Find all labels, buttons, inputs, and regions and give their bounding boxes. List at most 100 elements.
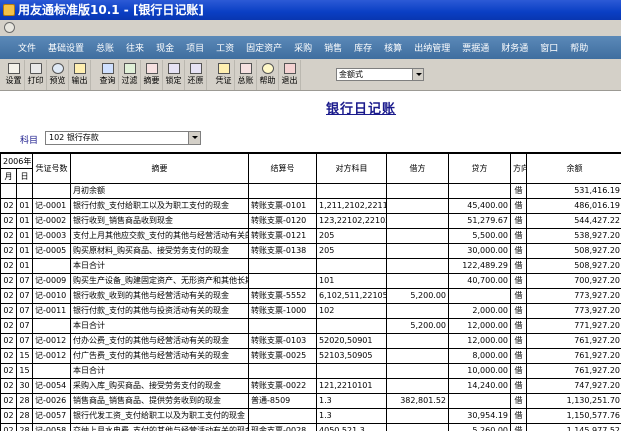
direction-cell: 借: [510, 408, 528, 424]
toolbar-button[interactable]: 预览: [47, 60, 69, 90]
table-row[interactable]: 02 28 记-0026 销售商品_销售商品、提供劳务收到的现金 普通-8509 1.3 3…: [0, 393, 621, 409]
settlement-header: 结算号: [248, 153, 318, 184]
voucher-cell: 记-0009: [32, 273, 72, 289]
voucher-cell: 记-0058: [32, 423, 72, 431]
menu-item[interactable]: 项目: [186, 41, 204, 54]
contra-cell: 102: [316, 303, 388, 319]
contra-cell: 6,102,511,22105: [316, 288, 388, 304]
toolbar-button[interactable]: 总账: [235, 60, 257, 90]
day-cell: 28: [15, 423, 34, 431]
toolbar-button[interactable]: 打印: [25, 60, 47, 90]
menu-item[interactable]: 核算: [384, 41, 402, 54]
month-cell: 02: [0, 198, 17, 214]
toolbar-button-label: 预览: [49, 76, 66, 85]
table-row[interactable]: 02 07 记-0010 银行收款_收到的其他与经营活动有关的现金 转账支票-5552 6…: [0, 288, 621, 304]
day-cell: 01: [15, 198, 34, 214]
toolbar-button-label: 还原: [187, 76, 204, 85]
system-menu-icon[interactable]: [4, 22, 15, 33]
debit-cell: [386, 243, 450, 259]
toolbar-button[interactable]: 凭证: [213, 60, 235, 90]
menu-item[interactable]: 票据通: [462, 41, 489, 54]
debit-cell: [386, 333, 450, 349]
table-row[interactable]: 02 07 记-0009 购买生产设备_购建固定资产、无形资产和其他长期 101 40,7…: [0, 273, 621, 289]
table-row[interactable]: 月初余额 借 531,416.19: [0, 183, 621, 199]
table-row[interactable]: 02 01 记-0002 银行收到_销售商品收到现金 转账支票-0120 123,2210…: [0, 213, 621, 229]
day-cell: 07: [15, 303, 34, 319]
toolbar-button[interactable]: 设置: [3, 60, 25, 90]
menu-item[interactable]: 固定资产: [246, 41, 282, 54]
contra-cell: 1,211,2102,2211: [316, 198, 388, 214]
menu-item[interactable]: 文件: [18, 41, 36, 54]
toolbar-button[interactable]: 帮助: [257, 60, 279, 90]
table-row[interactable]: 02 30 记-0054 采购入库_购买商品、接受劳务支付的现金 转账支票-0022 12…: [0, 378, 621, 394]
menu-item[interactable]: 采购: [294, 41, 312, 54]
toolbar-button-label: 凭证: [215, 76, 232, 85]
table-row[interactable]: 02 07 记-0012 付办公费_支付的其他与经营活动有关的现金 转账支票-0103 5…: [0, 333, 621, 349]
format-select[interactable]: 金额式: [336, 68, 424, 81]
balance-cell: 538,927.20: [526, 228, 621, 244]
menu-item[interactable]: 库存: [354, 41, 372, 54]
month-cell: [0, 183, 17, 199]
format-select-value: 金额式: [339, 70, 363, 79]
settlement-cell: [248, 258, 318, 274]
table-row[interactable]: 02 07 记-0011 银行付款_支付的其他与投资活动有关的现金 转账支票-1000 1…: [0, 303, 621, 319]
menu-item[interactable]: 销售: [324, 41, 342, 54]
balance-cell: 761,927.20: [526, 348, 621, 364]
month-cell: 02: [0, 423, 17, 431]
summary-cell: 付办公费_支付的其他与经营活动有关的现金: [70, 333, 250, 349]
table-row[interactable]: 02 01 记-0005 购买原材料_购买商品、接受劳务支付的现金 转账支票-0138 2…: [0, 243, 621, 259]
summary-cell: 银行付款_支付的其他与投资活动有关的现金: [70, 303, 250, 319]
toolbar-button[interactable]: 摘要: [141, 60, 163, 90]
debit-cell: [386, 183, 450, 199]
table-row[interactable]: 02 01 本日合计 122,489.29 借 508,927.20: [0, 258, 621, 274]
direction-cell: 借: [510, 363, 528, 379]
voucher-icon: [217, 63, 230, 74]
toolbar-button[interactable]: 过滤: [119, 60, 141, 90]
direction-cell: 借: [510, 378, 528, 394]
credit-cell: 12,000.00: [448, 318, 512, 334]
toolbar-button-label: 摘要: [143, 76, 160, 85]
menu-item[interactable]: 往来: [126, 41, 144, 54]
subject-select[interactable]: 102 银行存款: [45, 131, 201, 145]
balance-cell: 761,927.20: [526, 333, 621, 349]
settlement-cell: 转账支票-0022: [248, 378, 318, 394]
menu-item[interactable]: 总账: [96, 41, 114, 54]
table-row[interactable]: 02 15 本日合计 10,000.00 借 761,927.20: [0, 363, 621, 379]
contra-cell: 121,2210101: [316, 378, 388, 394]
credit-cell: 122,489.29: [448, 258, 512, 274]
credit-header: 贷方: [448, 153, 512, 184]
menu-item[interactable]: 现金: [156, 41, 174, 54]
table-row[interactable]: 0201记-0003支付上月其他应交款_支付的其他与经营活动有关的现金转账支票-…: [0, 228, 621, 244]
toolbar-button[interactable]: 退出: [279, 60, 301, 90]
menu-bar: 文件 基础设置 总账 往来 现金 项目 工资 固定资产 采购 销售 库存 核算 出纳管理 票据通 财务通 窗口…: [0, 36, 621, 59]
menu-item[interactable]: 出纳管理: [414, 41, 450, 54]
toolbar-button-label: 打印: [27, 76, 44, 85]
summary-cell: 购买生产设备_购建固定资产、无形资产和其他长期: [70, 273, 250, 289]
table-row[interactable]: 02 07 本日合计 5,200.00 12,000.00 借 771,927.20: [0, 318, 621, 334]
table-row[interactable]: 02 28 记-0057 银行代发工资_支付给职工以及为职工支付的现金 1.3 30,95…: [0, 408, 621, 424]
menu-item[interactable]: 帮助: [570, 41, 588, 54]
debit-cell: [386, 258, 450, 274]
month-header: 月: [0, 168, 17, 184]
table-row[interactable]: 02 01 记-0001 银行付款_支付给职工以及为职工支付的现金 转账支票-0101 1…: [0, 198, 621, 214]
debit-cell: 382,801.52: [386, 393, 450, 409]
chevron-down-icon[interactable]: [188, 132, 200, 144]
voucher-cell: 记-0002: [32, 213, 72, 229]
toolbar-button[interactable]: 输出: [69, 60, 91, 90]
menu-item[interactable]: 窗口: [540, 41, 558, 54]
chevron-down-icon[interactable]: [412, 69, 423, 80]
month-cell: 02: [0, 333, 17, 349]
table-row[interactable]: 02 28 记-0058 交纳上月水电费_支付的其他与经营活动有关的现金 现金支票-00…: [0, 423, 621, 431]
menu-item[interactable]: 工资: [216, 41, 234, 54]
help-icon: [261, 63, 274, 74]
menu-item[interactable]: 财务通: [501, 41, 528, 54]
summary-cell: 银行付款_支付给职工以及为职工支付的现金: [70, 198, 250, 214]
menu-item[interactable]: 基础设置: [48, 41, 84, 54]
table-row[interactable]: 02 15 记-0012 付广告费_支付的其他与经营活动有关的现金 转账支票-0025 5…: [0, 348, 621, 364]
toolbar-button[interactable]: 锁定: [163, 60, 185, 90]
toolbar-button[interactable]: 还原: [185, 60, 207, 90]
balance-cell: 1,130,251.70: [526, 393, 621, 409]
summary-cell: 本日合计: [70, 258, 250, 274]
toolbar-button[interactable]: 查询: [97, 60, 119, 90]
contra-cell: 1.3: [316, 393, 388, 409]
